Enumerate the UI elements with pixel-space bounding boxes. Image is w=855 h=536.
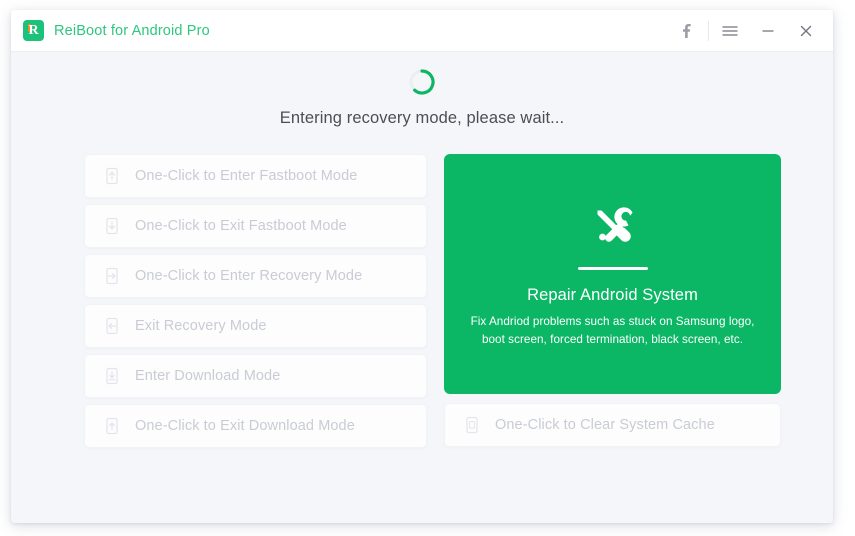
panels: One-Click to Enter Fastboot Mode One-Cli…: [84, 154, 781, 448]
exit-fastboot-mode-label: One-Click to Exit Fastboot Mode: [135, 218, 347, 234]
exit-recovery-mode-label: Exit Recovery Mode: [135, 318, 267, 334]
exit-download-mode-button[interactable]: One-Click to Exit Download Mode: [84, 404, 427, 448]
wrench-screwdriver-icon: [585, 199, 641, 255]
loading-spinner-icon: [407, 67, 437, 97]
enter-recovery-mode-label: One-Click to Enter Recovery Mode: [135, 268, 363, 284]
repair-card-divider: [577, 266, 648, 270]
exit-fastboot-mode-button[interactable]: One-Click to Exit Fastboot Mode: [84, 204, 427, 248]
phone-upload-icon: [103, 417, 121, 435]
status-area: Entering recovery mode, please wait...: [11, 67, 833, 128]
clear-system-cache-label: One-Click to Clear System Cache: [495, 417, 715, 433]
enter-fastboot-mode-button[interactable]: One-Click to Enter Fastboot Mode: [84, 154, 427, 198]
repair-card-title: Repair Android System: [527, 285, 698, 304]
main-content: Entering recovery mode, please wait... O…: [11, 67, 833, 448]
enter-download-mode-button[interactable]: Enter Download Mode: [84, 354, 427, 398]
titlebar: R ReiBoot for Android Pro: [11, 10, 833, 52]
enter-fastboot-mode-label: One-Click to Enter Fastboot Mode: [135, 168, 358, 184]
exit-download-mode-label: One-Click to Exit Download Mode: [135, 418, 355, 434]
logo-letter: R: [28, 23, 39, 38]
phone-arrow-down-icon: [103, 217, 121, 235]
facebook-icon[interactable]: [668, 10, 706, 52]
mode-button-list: One-Click to Enter Fastboot Mode One-Cli…: [84, 154, 427, 448]
app-title: ReiBoot for Android Pro: [54, 22, 210, 39]
phone-arrow-right-icon: [103, 267, 121, 285]
exit-recovery-mode-button[interactable]: Exit Recovery Mode: [84, 304, 427, 348]
phone-download-icon: [103, 367, 121, 385]
close-icon[interactable]: [787, 10, 825, 52]
phone-cache-icon: [463, 416, 481, 434]
hamburger-menu-icon[interactable]: [711, 10, 749, 52]
phone-arrow-up-icon: [103, 167, 121, 185]
reiboot-logo-icon: R: [23, 20, 44, 41]
titlebar-controls: [668, 10, 833, 51]
minimize-icon[interactable]: [749, 10, 787, 52]
status-message: Entering recovery mode, please wait...: [279, 109, 565, 127]
repair-android-system-card[interactable]: Repair Android System Fix Andriod proble…: [444, 154, 781, 394]
repair-card-description: Fix Andriod problems such as stuck on Sa…: [470, 314, 755, 346]
right-column: Repair Android System Fix Andriod proble…: [444, 154, 781, 448]
app-logo: R ReiBoot for Android Pro: [23, 20, 210, 41]
app-window: R ReiBoot for Android Pro Entering recov…: [11, 10, 833, 523]
phone-arrow-left-icon: [103, 317, 121, 335]
enter-recovery-mode-button[interactable]: One-Click to Enter Recovery Mode: [84, 254, 427, 298]
titlebar-separator: [708, 20, 709, 41]
enter-download-mode-label: Enter Download Mode: [135, 368, 281, 384]
clear-system-cache-button[interactable]: One-Click to Clear System Cache: [444, 403, 781, 447]
